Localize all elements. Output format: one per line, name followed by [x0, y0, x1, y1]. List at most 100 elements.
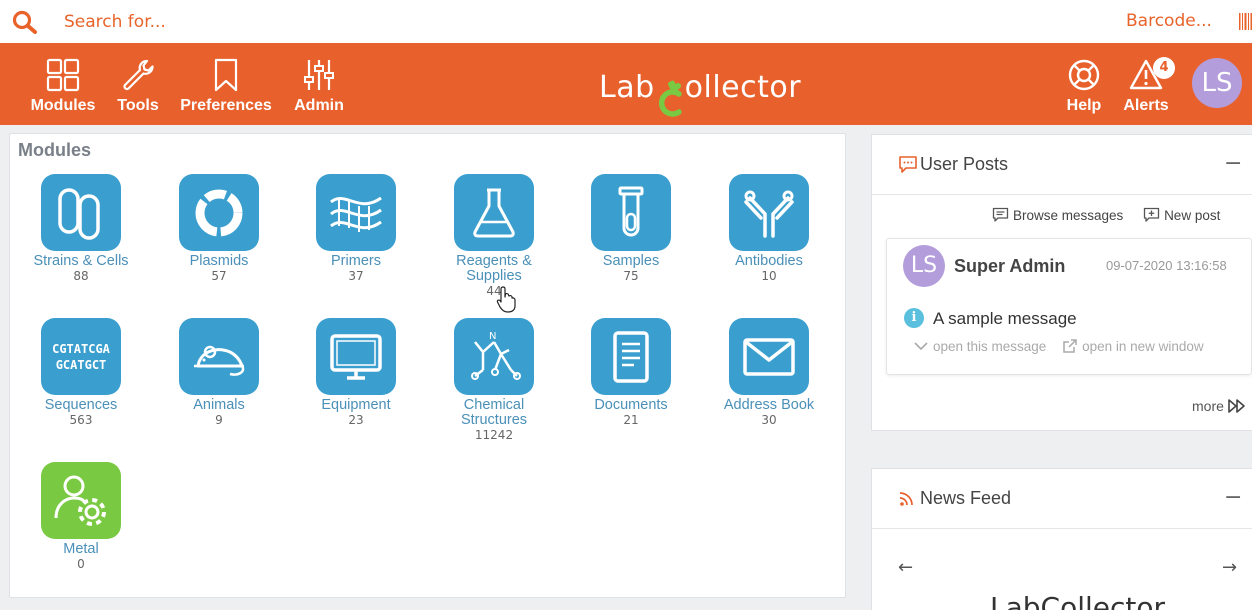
- info-icon: i: [904, 308, 924, 328]
- module-name: Strains & Cells: [33, 253, 129, 269]
- module-chemical-structures[interactable]: N Chemical Structures 11242: [429, 318, 559, 442]
- sliders-icon: [304, 60, 334, 90]
- user-posts-header: User Posts −: [872, 135, 1252, 195]
- module-name: Sequences: [44, 397, 118, 413]
- posts-actions: Browse messages New post: [992, 207, 1236, 226]
- more-label: more: [1192, 398, 1224, 414]
- module-plasmids[interactable]: Plasmids 57: [154, 174, 284, 283]
- open-new-window-link[interactable]: open in new window: [1062, 338, 1210, 354]
- nav-alerts[interactable]: Alerts: [1122, 43, 1170, 125]
- strains-icon: [58, 187, 100, 240]
- document-icon: [613, 330, 649, 383]
- barcode-icon[interactable]: [1239, 13, 1252, 30]
- post-card[interactable]: LS Super Admin 09-07-2020 13:16:58 i A s…: [886, 238, 1252, 375]
- arrow-right-icon[interactable]: →: [1222, 557, 1237, 578]
- module-documents[interactable]: Documents 21: [566, 318, 696, 427]
- nav-help[interactable]: Help: [1062, 43, 1106, 125]
- modules-panel-title: Modules: [18, 140, 92, 160]
- more-posts-link[interactable]: more: [1192, 398, 1247, 414]
- post-author: Super Admin: [954, 256, 1066, 276]
- module-icon-tile: [179, 174, 259, 251]
- module-icon-tile: [729, 318, 809, 395]
- module-icon-tile: [41, 462, 121, 539]
- news-feed-header: News Feed −: [872, 469, 1252, 529]
- search-icon[interactable]: [12, 10, 38, 34]
- minimize-button[interactable]: −: [1224, 485, 1242, 510]
- nav-modules-label: Modules: [30, 97, 96, 114]
- barcode-input[interactable]: Barcode...: [1126, 11, 1212, 31]
- sequence-line-2: GCATGCT: [55, 357, 107, 372]
- nav-alerts-label: Alerts: [1123, 97, 1169, 114]
- nav-tools[interactable]: Tools: [115, 43, 161, 125]
- module-count: 57: [211, 269, 227, 283]
- search-input[interactable]: [64, 9, 564, 35]
- message-icon: [992, 207, 1009, 222]
- module-sequences[interactable]: CGTATCGA GCATGCT Sequences 563: [16, 318, 146, 427]
- module-samples[interactable]: Samples 75: [566, 174, 696, 283]
- module-count: 0: [77, 557, 85, 571]
- labcollector-logo: Lab ollector: [599, 62, 802, 117]
- monitor-icon: [330, 333, 382, 380]
- user-avatar[interactable]: LS: [1192, 58, 1242, 108]
- sequence-line-1: CGTATCGA: [52, 341, 110, 356]
- module-equipment[interactable]: Equipment 23: [291, 318, 421, 427]
- module-name: Animals: [193, 397, 245, 413]
- browse-messages-button[interactable]: Browse messages: [992, 207, 1131, 223]
- minimize-button[interactable]: −: [1224, 151, 1242, 176]
- chevron-down-icon: [914, 342, 928, 351]
- module-strains-cells[interactable]: Strains & Cells 88: [16, 174, 146, 283]
- module-icon-tile: N: [454, 318, 534, 395]
- module-name: Address Book: [723, 397, 815, 413]
- flask-icon: [473, 188, 515, 237]
- module-primers[interactable]: Primers 37: [291, 174, 421, 283]
- rss-icon: [899, 492, 913, 506]
- module-antibodies[interactable]: Antibodies 10: [704, 174, 834, 283]
- logo-suffix: ollector: [684, 70, 802, 105]
- module-address-book[interactable]: Address Book 30: [704, 318, 834, 427]
- grid-icon: [46, 58, 80, 92]
- nav-admin[interactable]: Admin: [292, 43, 346, 125]
- module-name: Documents: [594, 397, 668, 413]
- module-icon-tile: CGTATCGA GCATGCT: [41, 318, 121, 395]
- lifebuoy-icon: [1068, 59, 1100, 91]
- module-count: 9: [215, 413, 223, 427]
- test-tube-icon: [618, 186, 644, 236]
- module-count: 30: [761, 413, 777, 427]
- open-new-window-label: open in new window: [1082, 338, 1204, 354]
- module-icon-tile: [316, 174, 396, 251]
- module-count: 23: [348, 413, 364, 427]
- module-icon-tile: [591, 174, 671, 251]
- news-feed-title: News Feed: [920, 488, 1012, 508]
- nav-preferences[interactable]: Preferences: [180, 43, 272, 125]
- module-name: Metal: [63, 541, 99, 557]
- module-metal[interactable]: Metal 0: [16, 462, 146, 571]
- logo-prefix: Lab: [599, 70, 655, 105]
- open-message-link[interactable]: open this message: [913, 338, 1052, 354]
- post-author-avatar: LS: [903, 245, 945, 287]
- module-name: Chemical Structures: [460, 397, 528, 428]
- antibody-icon: [744, 190, 794, 238]
- envelope-icon: [743, 337, 795, 376]
- post-date: 09-07-2020 13:16:58: [1106, 258, 1227, 273]
- module-animals[interactable]: Animals 9: [154, 318, 284, 427]
- alerts-count-badge: 4: [1153, 57, 1175, 79]
- module-icon-tile: [41, 174, 121, 251]
- plasmid-icon: [195, 189, 243, 236]
- nav-admin-label: Admin: [294, 97, 344, 114]
- module-reagents-supplies[interactable]: Reagents & Supplies 44: [429, 174, 559, 298]
- new-post-button[interactable]: New post: [1143, 207, 1228, 223]
- wrench-icon: [123, 59, 154, 91]
- module-count: 75: [623, 269, 639, 283]
- post-message: A sample message: [933, 309, 1077, 328]
- module-icon-tile: [729, 174, 809, 251]
- module-name: Primers: [331, 253, 381, 269]
- browse-messages-label: Browse messages: [1013, 207, 1124, 223]
- arrow-left-icon[interactable]: ←: [898, 557, 913, 578]
- post-links: open this message open in new window: [913, 338, 1216, 357]
- microscope-c-icon: [658, 80, 682, 117]
- nav-modules[interactable]: Modules: [31, 43, 95, 125]
- external-link-icon: [1063, 339, 1077, 353]
- modules-panel: Modules Strains & Cells 88 Plasmids 57 P…: [9, 133, 846, 598]
- module-name: Plasmids: [189, 253, 249, 269]
- module-name: Samples: [602, 253, 660, 269]
